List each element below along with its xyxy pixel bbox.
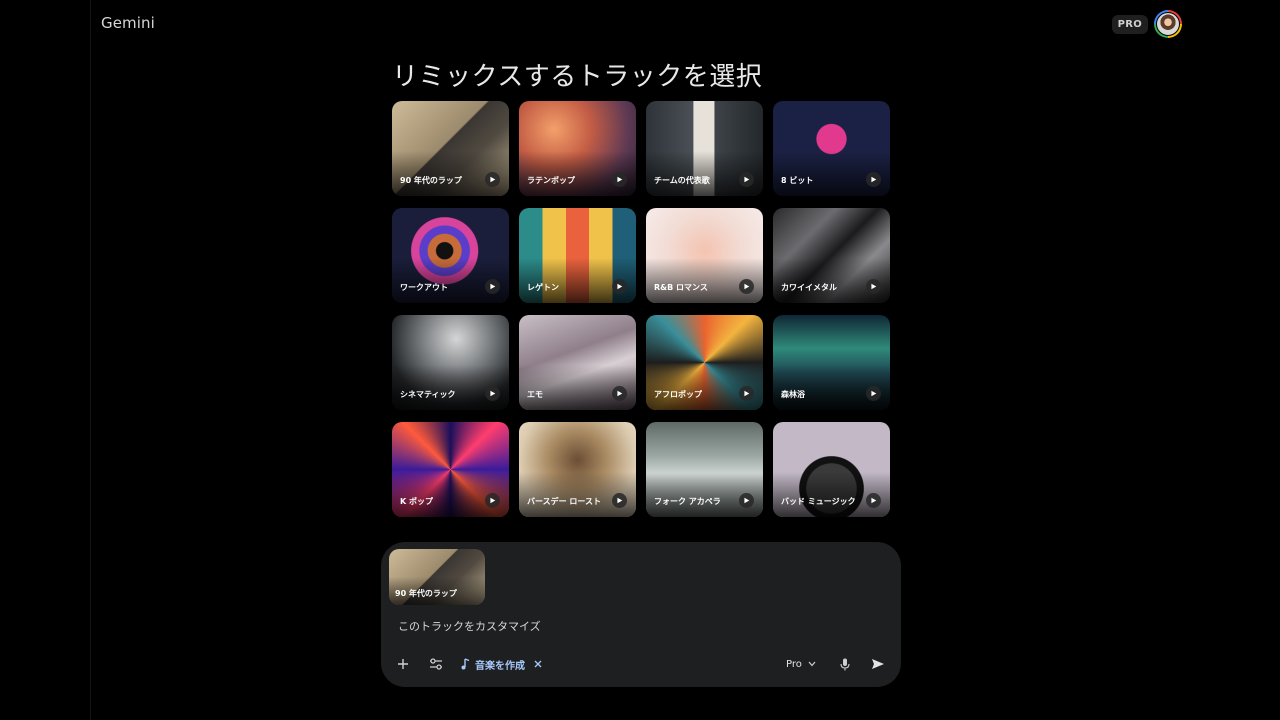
tools-settings-icon[interactable] [428,656,444,672]
track-card[interactable]: K ポップ [392,422,509,517]
play-icon[interactable] [866,279,881,294]
track-label: バッド ミュージック [781,497,856,506]
add-icon[interactable] [395,656,411,672]
track-label: フォーク アカペラ [654,497,721,506]
send-icon[interactable] [870,656,886,672]
play-icon[interactable] [866,172,881,187]
microphone-icon[interactable] [839,656,851,672]
create-music-tool[interactable]: 音楽を作成 [461,656,543,672]
track-card[interactable]: バッド ミュージック [773,422,890,517]
track-label: 90 年代のラップ [400,176,462,185]
track-card[interactable]: フォーク アカペラ [646,422,763,517]
track-label: チームの代表歌 [654,176,710,185]
model-label: Pro [786,658,802,670]
play-icon[interactable] [612,386,627,401]
track-label: 8 ビット [781,176,814,185]
play-icon[interactable] [485,172,500,187]
sidebar-divider [90,0,91,720]
track-label: カワイイメタル [781,283,837,292]
play-icon[interactable] [612,172,627,187]
track-card[interactable]: 8 ビット [773,101,890,196]
model-selector[interactable]: Pro [786,656,816,672]
track-label: シネマティック [400,390,456,399]
avatar-image [1156,12,1180,36]
track-label: アフロポップ [654,390,702,399]
play-icon[interactable] [485,279,500,294]
track-card[interactable]: R&B ロマンス [646,208,763,303]
track-card[interactable]: 90 年代のラップ [392,101,509,196]
plan-badge: PRO [1111,14,1148,34]
play-icon[interactable] [612,279,627,294]
track-label: レゲトン [527,283,559,292]
track-card[interactable]: シネマティック [392,315,509,410]
selected-track-label: 90 年代のラップ [395,589,457,598]
play-icon[interactable] [739,386,754,401]
track-card[interactable]: ワークアウト [392,208,509,303]
play-icon[interactable] [739,172,754,187]
track-card[interactable]: レゲトン [519,208,636,303]
track-label: R&B ロマンス [654,283,708,292]
track-grid: 90 年代のラップ ラテンポップ チームの代表歌 8 ビット ワークアウト レゲ… [392,101,890,517]
prompt-input[interactable]: このトラックをカスタマイズ [398,618,541,634]
selected-track-chip[interactable]: 90 年代のラップ [389,549,485,605]
music-note-icon [461,658,470,670]
track-label: バースデー ロースト [527,497,601,506]
track-card[interactable]: カワイイメタル [773,208,890,303]
create-music-label: 音楽を作成 [475,660,525,672]
account-area: PRO [1111,10,1182,38]
close-icon[interactable] [533,659,543,669]
track-label: 森林浴 [781,390,805,399]
user-avatar[interactable] [1154,10,1182,38]
track-card[interactable]: エモ [519,315,636,410]
play-icon[interactable] [485,493,500,508]
track-card[interactable]: バースデー ロースト [519,422,636,517]
track-card[interactable]: アフロポップ [646,315,763,410]
track-card[interactable]: チームの代表歌 [646,101,763,196]
track-label: ラテンポップ [527,176,575,185]
play-icon[interactable] [739,279,754,294]
track-label: エモ [527,390,543,399]
play-icon[interactable] [612,493,627,508]
page-title: リミックスするトラックを選択 [392,62,763,92]
prompt-composer: 90 年代のラップ このトラックをカスタマイズ 音楽を作成 Pro [381,542,901,687]
chevron-down-icon [808,661,816,667]
gemini-app: Gemini PRO リミックスするトラックを選択 90 年代のラップ ラテンポ… [0,0,1280,720]
play-icon[interactable] [485,386,500,401]
track-card[interactable]: 森林浴 [773,315,890,410]
play-icon[interactable] [866,386,881,401]
track-card[interactable]: ラテンポップ [519,101,636,196]
app-title[interactable]: Gemini [101,14,155,32]
play-icon[interactable] [866,493,881,508]
play-icon[interactable] [739,493,754,508]
track-label: K ポップ [400,497,433,506]
track-label: ワークアウト [400,283,448,292]
